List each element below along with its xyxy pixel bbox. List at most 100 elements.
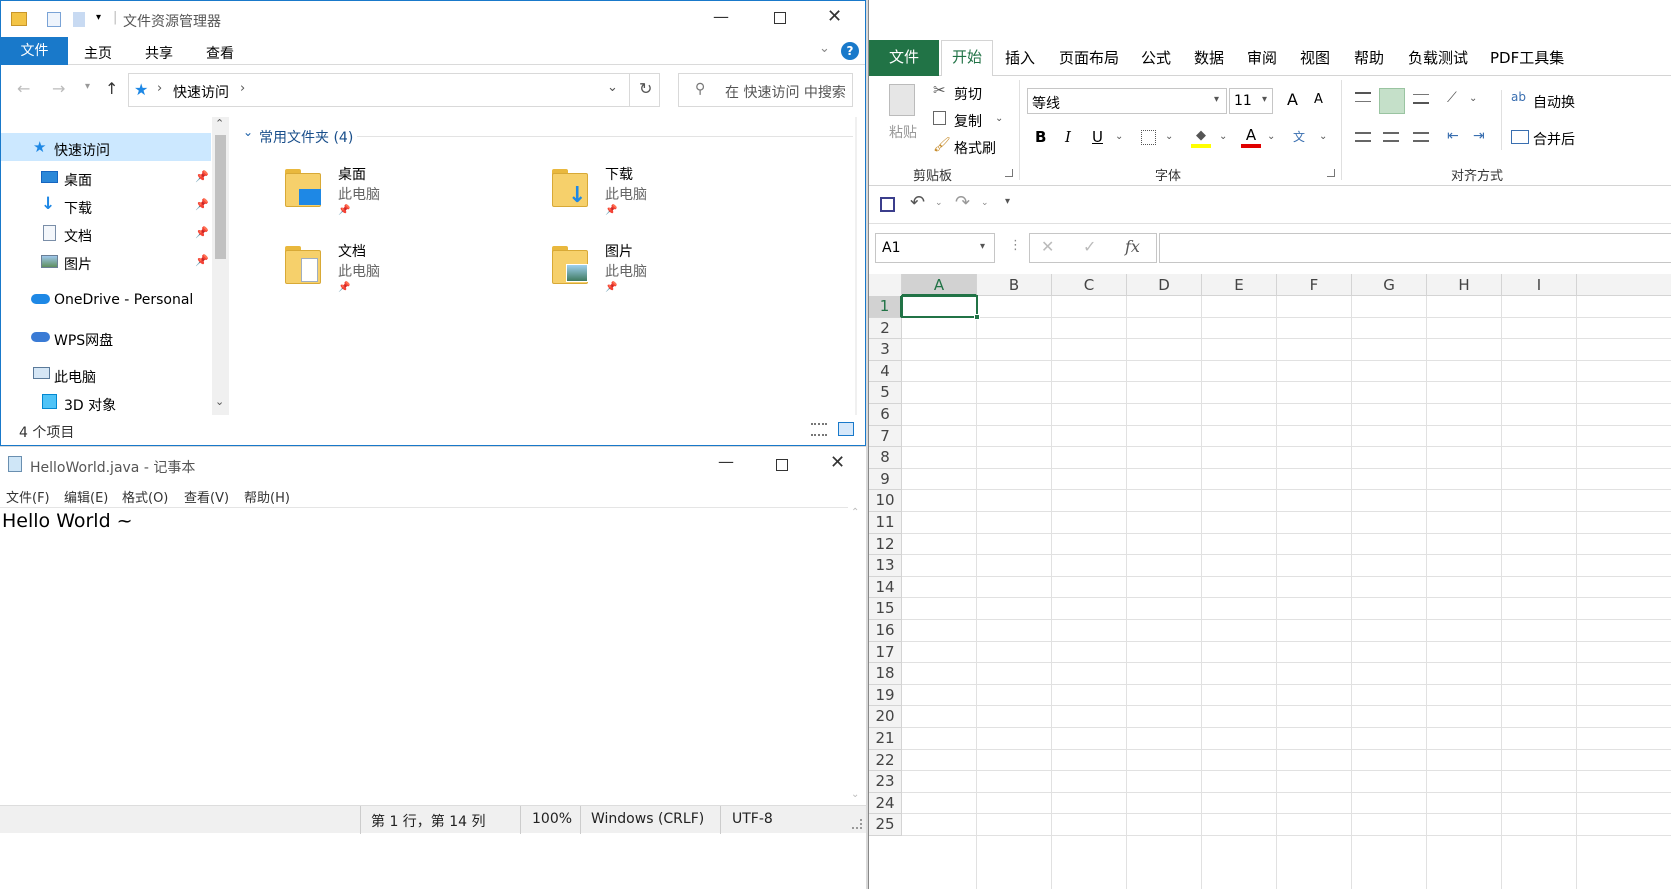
row-header-3[interactable]: 3: [869, 339, 902, 361]
nav-item-quick-access[interactable]: ★ 快速访问: [1, 133, 211, 161]
format-painter-button[interactable]: 格式刷: [954, 138, 996, 158]
format-painter-icon[interactable]: 🖌: [933, 137, 951, 153]
collapse-chevron-icon[interactable]: ⌄: [243, 125, 253, 139]
row-header-12[interactable]: 12: [869, 533, 902, 556]
chevron-down-icon[interactable]: ⌄: [1165, 131, 1173, 142]
close-button[interactable]: ✕: [827, 6, 842, 27]
scissors-icon[interactable]: ✂: [933, 81, 946, 99]
increase-indent-icon[interactable]: ⇥: [1473, 128, 1485, 144]
row-header-11[interactable]: 11: [869, 512, 902, 534]
customize-qat-icon[interactable]: ▾: [1005, 196, 1010, 207]
row-header-17[interactable]: 17: [869, 641, 902, 664]
pin-icon[interactable]: 📌: [195, 226, 209, 239]
folder-tile-documents[interactable]: 文档 此电脑 📌: [281, 238, 501, 298]
cut-button[interactable]: 剪切: [954, 84, 982, 104]
save-icon[interactable]: [880, 197, 895, 212]
scroll-down-icon[interactable]: ⌄: [851, 789, 859, 800]
copy-button[interactable]: 复制: [954, 111, 982, 131]
wrap-text-icon[interactable]: ab: [1511, 90, 1526, 104]
dialog-launcher-icon[interactable]: [1005, 169, 1013, 177]
align-top-icon[interactable]: [1355, 92, 1371, 102]
font-name-dropdown[interactable]: 等线 ▾: [1027, 88, 1227, 114]
align-left-icon[interactable]: [1355, 132, 1371, 142]
scroll-up-icon[interactable]: ⌃: [215, 117, 224, 130]
copy-dropdown-icon[interactable]: ⌄: [995, 113, 1003, 124]
row-header-14[interactable]: 14: [869, 576, 902, 599]
recent-dropdown-icon[interactable]: ▾: [85, 81, 90, 92]
underline-button[interactable]: U: [1092, 128, 1103, 146]
folder-tile-desktop[interactable]: 桌面 此电脑 📌: [281, 161, 501, 221]
row-header-13[interactable]: 13: [869, 555, 902, 577]
menu-edit[interactable]: 编辑(E): [64, 487, 108, 506]
nav-item-documents[interactable]: 文档 📌: [1, 219, 211, 247]
align-bottom-icon[interactable]: [1413, 94, 1429, 104]
tab-page-layout[interactable]: 页面布局: [1059, 47, 1119, 68]
font-color-icon[interactable]: A: [1241, 126, 1261, 148]
orientation-icon[interactable]: ⟋: [1447, 90, 1457, 106]
nav-item-wps[interactable]: WPS网盘: [1, 323, 211, 351]
properties-icon[interactable]: [47, 12, 61, 27]
fill-handle[interactable]: [974, 314, 980, 320]
undo-icon[interactable]: ↶: [910, 192, 925, 213]
copy-icon[interactable]: [933, 111, 946, 125]
column-header-f[interactable]: F: [1277, 274, 1352, 296]
folder-tile-downloads[interactable]: ↓ 下载 此电脑 📌: [548, 161, 768, 221]
text-editor[interactable]: Hello World ~: [0, 507, 848, 805]
tab-data[interactable]: 数据: [1194, 47, 1224, 68]
row-header-20[interactable]: 20: [869, 706, 902, 728]
details-view-icon[interactable]: [811, 423, 827, 436]
wrap-text-button[interactable]: 自动换: [1533, 92, 1575, 112]
merge-icon[interactable]: [1511, 130, 1529, 144]
nav-item-3d-objects[interactable]: 3D 对象: [1, 388, 211, 416]
row-header-22[interactable]: 22: [869, 749, 902, 772]
search-input[interactable]: ⚲ 在 快速访问 中搜索: [678, 73, 853, 107]
cancel-icon[interactable]: ✕: [1041, 237, 1054, 256]
nav-item-this-pc[interactable]: 此电脑: [1, 360, 211, 388]
refresh-icon[interactable]: ↻: [639, 79, 652, 98]
chevron-down-icon[interactable]: ⌄: [981, 198, 989, 208]
align-middle-icon[interactable]: [1379, 88, 1405, 114]
align-center-icon[interactable]: [1383, 132, 1399, 142]
column-header-g[interactable]: G: [1352, 274, 1427, 296]
tab-help[interactable]: 帮助: [1354, 47, 1384, 68]
row-header-18[interactable]: 18: [869, 663, 902, 685]
chevron-down-icon[interactable]: ⌄: [935, 198, 943, 208]
font-size-dropdown[interactable]: 11 ▾: [1229, 88, 1273, 114]
tab-file[interactable]: 文件: [869, 40, 939, 76]
row-header-23[interactable]: 23: [869, 771, 902, 793]
bold-button[interactable]: B: [1035, 128, 1046, 146]
enter-icon[interactable]: ✓: [1083, 237, 1096, 256]
scroll-thumb[interactable]: [215, 135, 226, 259]
tab-insert[interactable]: 插入: [1005, 47, 1035, 68]
pin-icon[interactable]: 📌: [195, 254, 209, 267]
expand-ribbon-icon[interactable]: ⌄: [819, 41, 830, 56]
column-header-d[interactable]: D: [1127, 274, 1202, 296]
folder-tile-pictures[interactable]: 图片 此电脑 📌: [548, 238, 768, 298]
address-bar[interactable]: ★ › 快速访问 › ⌄ ↻: [128, 73, 660, 107]
tab-share[interactable]: 共享: [145, 43, 173, 63]
path-label[interactable]: 快速访问: [173, 82, 229, 102]
nav-item-downloads[interactable]: ↓ 下载 📌: [1, 191, 211, 219]
editor-scrollbar[interactable]: ⌃ ⌄: [848, 507, 864, 805]
large-icons-view-icon[interactable]: [838, 422, 854, 436]
row-header-9[interactable]: 9: [869, 468, 902, 491]
row-header-21[interactable]: 21: [869, 728, 902, 750]
maximize-button[interactable]: [774, 12, 786, 24]
tab-pdf-tools[interactable]: PDF工具集: [1490, 47, 1564, 68]
column-header-i[interactable]: I: [1502, 274, 1577, 296]
row-header-10[interactable]: 10: [869, 490, 902, 512]
chevron-down-icon[interactable]: ⌄: [1469, 93, 1477, 104]
row-header-8[interactable]: 8: [869, 447, 902, 469]
row-header-2[interactable]: 2: [869, 317, 902, 340]
customize-toolbar-icon[interactable]: ▾: [96, 12, 101, 23]
menu-format[interactable]: 格式(O): [122, 487, 168, 506]
pin-icon[interactable]: 📌: [195, 198, 209, 211]
help-icon[interactable]: ?: [841, 42, 859, 60]
merge-center-button[interactable]: 合并后: [1533, 129, 1575, 149]
new-folder-icon[interactable]: [73, 12, 85, 27]
scroll-down-icon[interactable]: ⌄: [215, 395, 224, 408]
column-header-b[interactable]: B: [977, 274, 1052, 296]
column-header-a[interactable]: A: [902, 274, 977, 296]
row-header-15[interactable]: 15: [869, 598, 902, 620]
nav-scrollbar[interactable]: ⌃ ⌄: [212, 117, 229, 415]
